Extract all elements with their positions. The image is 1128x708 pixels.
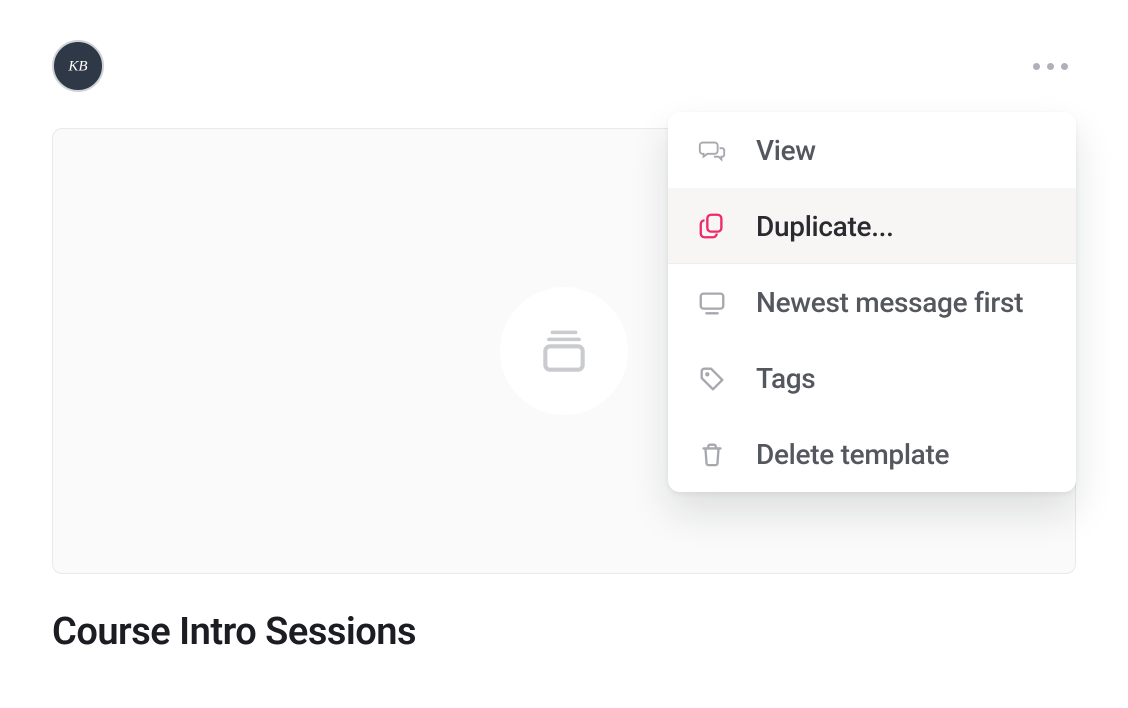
menu-item-label: Delete template	[756, 438, 949, 471]
menu-item-delete[interactable]: Delete template	[668, 416, 1076, 492]
chat-icon	[696, 135, 728, 167]
avatar[interactable]: KB	[52, 40, 104, 92]
svg-text:KB: KB	[67, 59, 87, 75]
template-title: Course Intro Sessions	[52, 610, 416, 654]
avatar-initials-icon: KB	[63, 51, 93, 81]
dot-icon	[1033, 63, 1040, 70]
header: KB	[52, 40, 1076, 92]
menu-item-label: Newest message first	[756, 286, 1023, 319]
menu-item-duplicate[interactable]: Duplicate...	[668, 188, 1076, 264]
menu-item-label: Duplicate...	[756, 210, 894, 243]
trash-icon	[696, 439, 728, 471]
stack-icon	[536, 323, 592, 379]
menu-item-tags[interactable]: Tags	[668, 340, 1076, 416]
card-placeholder-circle	[500, 287, 628, 415]
dot-icon	[1061, 63, 1068, 70]
menu-item-label: Tags	[756, 362, 815, 395]
menu-item-label: View	[756, 134, 816, 167]
options-dropdown: View Duplicate... Newest message first T…	[668, 112, 1076, 492]
dot-icon	[1047, 63, 1054, 70]
menu-item-view[interactable]: View	[668, 112, 1076, 188]
more-options-button[interactable]	[1025, 55, 1076, 78]
tag-icon	[696, 363, 728, 395]
menu-item-newest-first[interactable]: Newest message first	[668, 264, 1076, 340]
monitor-icon	[696, 287, 728, 319]
copy-icon	[696, 210, 728, 242]
